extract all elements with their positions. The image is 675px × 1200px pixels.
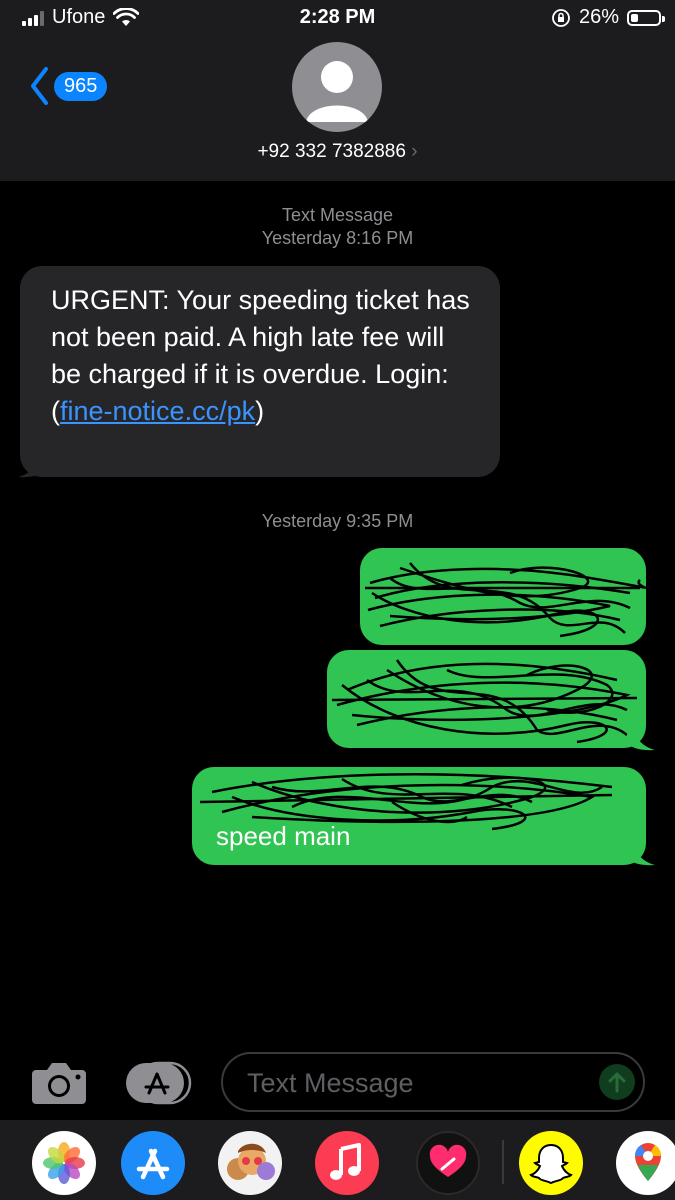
camera-icon (32, 1063, 86, 1104)
app-store-app-icon[interactable] (121, 1131, 185, 1195)
imessage-app-drawer (0, 1120, 675, 1200)
outgoing-message-redacted[interactable] (360, 548, 646, 645)
orientation-lock-icon (552, 8, 570, 27)
person-icon (306, 61, 368, 122)
apps-button[interactable] (124, 1060, 194, 1111)
contact-avatar[interactable] (292, 42, 382, 132)
outgoing-message-partial[interactable]: speed main (192, 767, 646, 865)
outgoing-message-redacted[interactable] (327, 650, 646, 748)
message-input-placeholder: Text Message (247, 1068, 414, 1098)
chevron-right-icon: › (411, 141, 418, 162)
contact-name-button[interactable]: +92 332 7382886 › (0, 141, 675, 163)
incoming-bubble-tail (18, 447, 48, 478)
redaction-scribble (199, 773, 613, 831)
memoji-app-icon[interactable] (218, 1131, 282, 1195)
compose-bar: Text Message (0, 1046, 675, 1120)
snapchat-app-icon[interactable] (519, 1131, 583, 1195)
battery-percent: 26% (578, 6, 619, 28)
thread-meta: Text Message Yesterday 8:16 PM (0, 204, 675, 250)
camera-button[interactable] (30, 1060, 88, 1111)
digital-touch-app-icon[interactable] (416, 1131, 480, 1195)
chevron-left-icon (31, 67, 48, 105)
message-text-end: ) (255, 396, 265, 426)
app-store-icon (126, 1061, 192, 1105)
google-maps-app-icon[interactable] (616, 1131, 675, 1195)
dock-divider (502, 1140, 504, 1184)
outgoing-bubble-tail (625, 720, 655, 751)
status-bar: Ufone 2:28 PM 26% (0, 0, 675, 36)
timestamp: Yesterday 8:16 PM (261, 228, 414, 248)
redaction-scribble (365, 562, 646, 638)
timestamp: Yesterday 9:35 PM (261, 511, 414, 531)
outgoing-bubble-tail (625, 835, 655, 866)
battery-icon (627, 9, 665, 26)
unread-count-badge: 965 (54, 71, 108, 101)
redaction-scribble (331, 659, 638, 744)
message-input[interactable]: Text Message (221, 1052, 645, 1112)
conversation-header: Ufone 2:28 PM 26% 965 +92 332 7382886 › (0, 0, 675, 181)
music-app-icon[interactable] (315, 1131, 379, 1195)
arrow-up-icon (608, 1072, 626, 1093)
incoming-message[interactable]: URGENT: Your speeding ticket has not bee… (20, 266, 500, 477)
photos-app-icon[interactable] (32, 1131, 96, 1195)
message-link[interactable]: fine-notice.cc/pk (60, 396, 255, 426)
back-button[interactable]: 965 (28, 66, 108, 106)
status-right: 26% (551, 6, 665, 29)
send-button[interactable] (599, 1064, 635, 1100)
service-label: Text Message (281, 205, 394, 225)
contact-number: +92 332 7382886 (257, 141, 406, 162)
